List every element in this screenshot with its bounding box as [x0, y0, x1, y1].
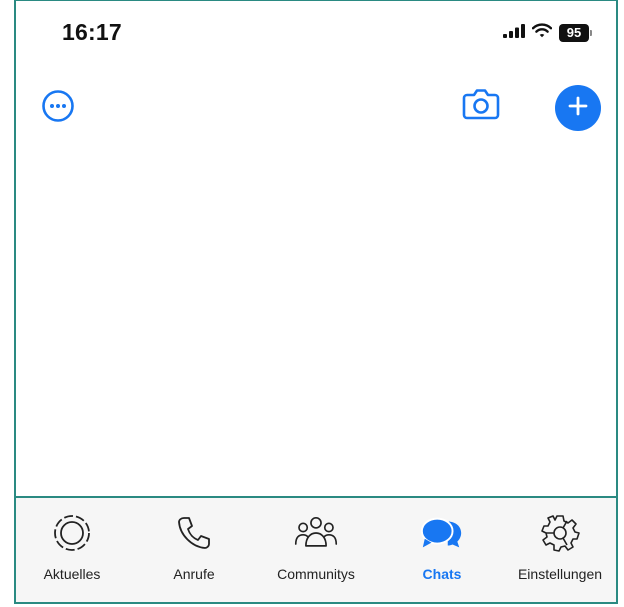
- battery-level: 95: [559, 24, 589, 42]
- battery-indicator: 95: [559, 24, 592, 42]
- tab-chats[interactable]: Chats: [414, 510, 470, 582]
- tab-anrufe[interactable]: Anrufe: [164, 510, 224, 582]
- battery-tip: [590, 30, 592, 36]
- tab-label-communitys: Communitys: [277, 566, 355, 582]
- ellipsis-circle-icon: [41, 89, 75, 128]
- tab-communitys[interactable]: Communitys: [268, 510, 364, 582]
- chat-bubbles-icon: [419, 510, 465, 556]
- phone-icon: [171, 510, 217, 556]
- new-chat-button[interactable]: [555, 85, 601, 131]
- more-options-button[interactable]: [40, 89, 76, 128]
- phone-screen: 16:17 95 Aktuelles Anrufe Communitys Cha…: [14, 0, 618, 604]
- tab-aktuelles[interactable]: Aktuelles: [34, 510, 110, 582]
- tab-label-chats: Chats: [422, 566, 462, 582]
- status-bar: 16:17 95: [16, 1, 616, 71]
- status-time: 16:17: [62, 19, 122, 45]
- chat-list-area: [16, 141, 616, 496]
- settings-gear-icon: [537, 510, 583, 556]
- tab-label-anrufe: Anrufe: [173, 566, 215, 582]
- tab-label-einstellungen: Einstellungen: [517, 566, 603, 582]
- status-icons: 95: [503, 23, 592, 43]
- tab-bar: Aktuelles Anrufe Communitys Chats Einste…: [16, 496, 616, 602]
- plus-icon: [566, 94, 590, 123]
- camera-icon: [461, 86, 501, 127]
- camera-button[interactable]: [461, 87, 501, 125]
- tab-label-aktuelles: Aktuelles: [43, 566, 101, 582]
- cellular-signal-icon: [503, 23, 525, 43]
- communities-icon: [293, 510, 339, 556]
- updates-icon: [49, 510, 95, 556]
- tab-einstellungen[interactable]: Einstellungen: [510, 510, 610, 582]
- wifi-icon: [531, 23, 553, 43]
